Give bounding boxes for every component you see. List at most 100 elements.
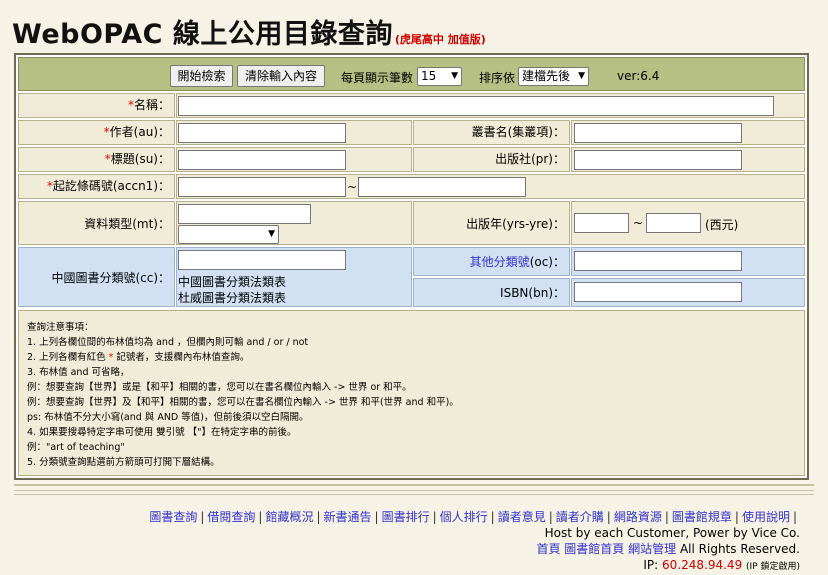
series-input[interactable] [574,123,742,143]
note-line: 例："art of teaching" [27,442,125,453]
publisher-label: 出版社(pr)： [413,147,570,172]
admin-link[interactable]: 網站管理 [628,542,676,556]
per-page-label: 每頁顯示筆數 [341,71,414,85]
sort-label: 排序依 [479,71,516,85]
footer-separator: | [432,510,437,524]
per-page-select[interactable]: 15 ▼ [417,67,462,86]
chevron-down-icon: ▼ [578,71,585,81]
series-label: 叢書名(集叢項)： [413,120,570,145]
note-line: 1. 上列各欄位間的布林值均為 and ，但欄內則可輸 and / or / n… [27,337,309,348]
footer-separator: | [606,510,611,524]
cc-dewey-table-link[interactable]: 杜威圖書分類法類表 [178,289,286,306]
year-start-input[interactable] [574,213,629,233]
footer-separator: | [548,510,553,524]
divider [14,494,814,495]
sort-select[interactable]: 建檔先後 ▼ [518,67,589,86]
footer-rights: 首頁 圖書館首頁 網站管理 All Rights Reserved. [536,541,800,557]
note-line: 查詢注意事項： [27,322,94,333]
search-panel: 開始檢索 清除輸入內容 每頁顯示筆數 15 ▼ 排序依 建檔先後 ▼ ver:6.4… [14,53,809,480]
accn-label-text: 起訖條碼號(accn1)： [52,179,170,193]
version-label: ver:6.4 [617,69,660,83]
author-label-text: 作者(au)： [109,125,170,139]
per-page-value: 15 [421,69,437,83]
divider [14,490,814,491]
divider [14,484,814,486]
oc-link[interactable]: 其他分類號 [470,255,530,269]
footer-separator: | [258,510,263,524]
cc-label: 中國圖書分類號(cc)： [18,247,175,307]
footer-separator: | [792,510,797,524]
year-unit-label: (西元) [705,218,739,232]
oc-input[interactable] [574,251,742,271]
cc-input[interactable] [178,250,346,270]
footer-host: Host by each Customer, Power by Vice Co. [544,526,800,540]
footer-separator: | [490,510,495,524]
footer-separator: | [200,510,205,524]
chevron-down-icon: ▼ [268,229,275,239]
page-title: WebOPAC 線上公用目錄查詢 [12,19,393,50]
type-input[interactable] [178,204,311,224]
search-button[interactable]: 開始檢索 [170,65,233,87]
footer-link[interactable]: 讀者介購 [556,510,604,524]
footer-link[interactable]: 圖書查詢 [149,510,197,524]
oc-label-suffix: (oc)： [529,255,565,269]
footer-link[interactable]: 網路資源 [614,510,662,524]
clear-button[interactable]: 清除輸入內容 [237,65,325,87]
footer-separator: | [664,510,669,524]
subject-input[interactable] [178,150,346,170]
home-link[interactable]: 首頁 [536,542,560,556]
oc-label: 其他分類號(oc)： [413,247,570,276]
footer-separator: | [316,510,321,524]
footer-separator: | [734,510,739,524]
cc-chinese-table-link[interactable]: 中國圖書分類法類表 [178,273,286,290]
footer-link[interactable]: 圖書排行 [382,510,430,524]
isbn-label: ISBN(bn)： [413,278,570,307]
note-line: 3. 布林值 and 可省略， [27,367,130,378]
sort-value: 建檔先後 [522,69,571,83]
footer-link[interactable]: 使用說明 [742,510,790,524]
page-subtitle: (虎尾高中 加值版) [394,33,486,46]
footer-separator: | [374,510,379,524]
note-line: 例：想要查詢【世界】及【和平】相關的書，您可以在書名欄位內輸入 -> 世界 和平… [27,397,459,408]
year-end-input[interactable] [646,213,701,233]
library-home-link[interactable]: 圖書館首頁 [564,542,624,556]
year-separator: ~ [633,216,644,230]
search-toolbar: 開始檢索 清除輸入內容 每頁顯示筆數 15 ▼ 排序依 建檔先後 ▼ ver:6.4 [18,57,805,91]
required-mark: * [108,352,114,363]
title-label: *名稱： [18,93,175,118]
accn-label: *起訖條碼號(accn1)： [18,174,175,199]
footer-nav: 圖書查詢 | 借閱查詢 | 館藏概況 | 新書通告 | 圖書排行 | 個人排行 | 讀者意見 | 讀者介購 |… [149,509,800,525]
subject-label: *標題(su)： [18,147,175,172]
note-line: 2. 上列各欄有紅色 * 記號者，支援欄內布林值查詢。 [27,352,250,363]
footer-ip: IP: 60.248.94.49 (IP 鎖定啟用) [643,557,800,575]
accn-separator: ~ [347,180,358,194]
author-input[interactable] [178,123,346,143]
note-line: 例：想要查詢【世界】或是【和平】相關的書，您可以在書名欄位內輸入 -> 世界 o… [27,382,412,393]
isbn-input[interactable] [574,282,742,302]
chevron-down-icon: ▼ [451,71,458,81]
footer-link[interactable]: 讀者意見 [498,510,546,524]
accn-start-input[interactable] [178,177,346,197]
note-line: ps: 布林值不分大小寫(and 與 AND 等值)，但前後須以空白隔開。 [27,412,309,423]
ip-value: 60.248.94.49 [662,558,743,572]
publisher-input[interactable] [574,150,742,170]
note-line: 5. 分類號查詢點選前方箭頭可打開下層結構。 [27,457,220,468]
accn-end-input[interactable] [358,177,526,197]
rights-text: All Rights Reserved. [679,542,800,556]
footer-link[interactable]: 借閱查詢 [207,510,255,524]
author-label: *作者(au)： [18,120,175,145]
ip-label: IP: [643,558,659,572]
note-line: 4. 如果要搜尋特定字串可使用 雙引號 【"】在特定字串的前後。 [27,427,297,438]
year-label: 出版年(yrs-yre)： [413,201,570,245]
footer-link[interactable]: 館藏概況 [265,510,313,524]
title-input[interactable] [178,96,774,116]
search-notes: 查詢注意事項： 1. 上列各欄位間的布林值均為 and ，但欄內則可輸 and … [18,310,805,476]
page-header: WebOPAC 線上公用目錄查詢 (虎尾高中 加值版) [12,12,486,52]
footer-link[interactable]: 新書通告 [324,510,372,524]
footer-link[interactable]: 個人排行 [440,510,488,524]
title-label-text: 名稱： [133,98,170,112]
subject-label-text: 標題(su)： [110,152,170,166]
footer-link[interactable]: 圖書館規章 [672,510,732,524]
type-select[interactable]: ▼ [178,225,279,244]
type-label: 資料類型(mt)： [18,201,175,245]
